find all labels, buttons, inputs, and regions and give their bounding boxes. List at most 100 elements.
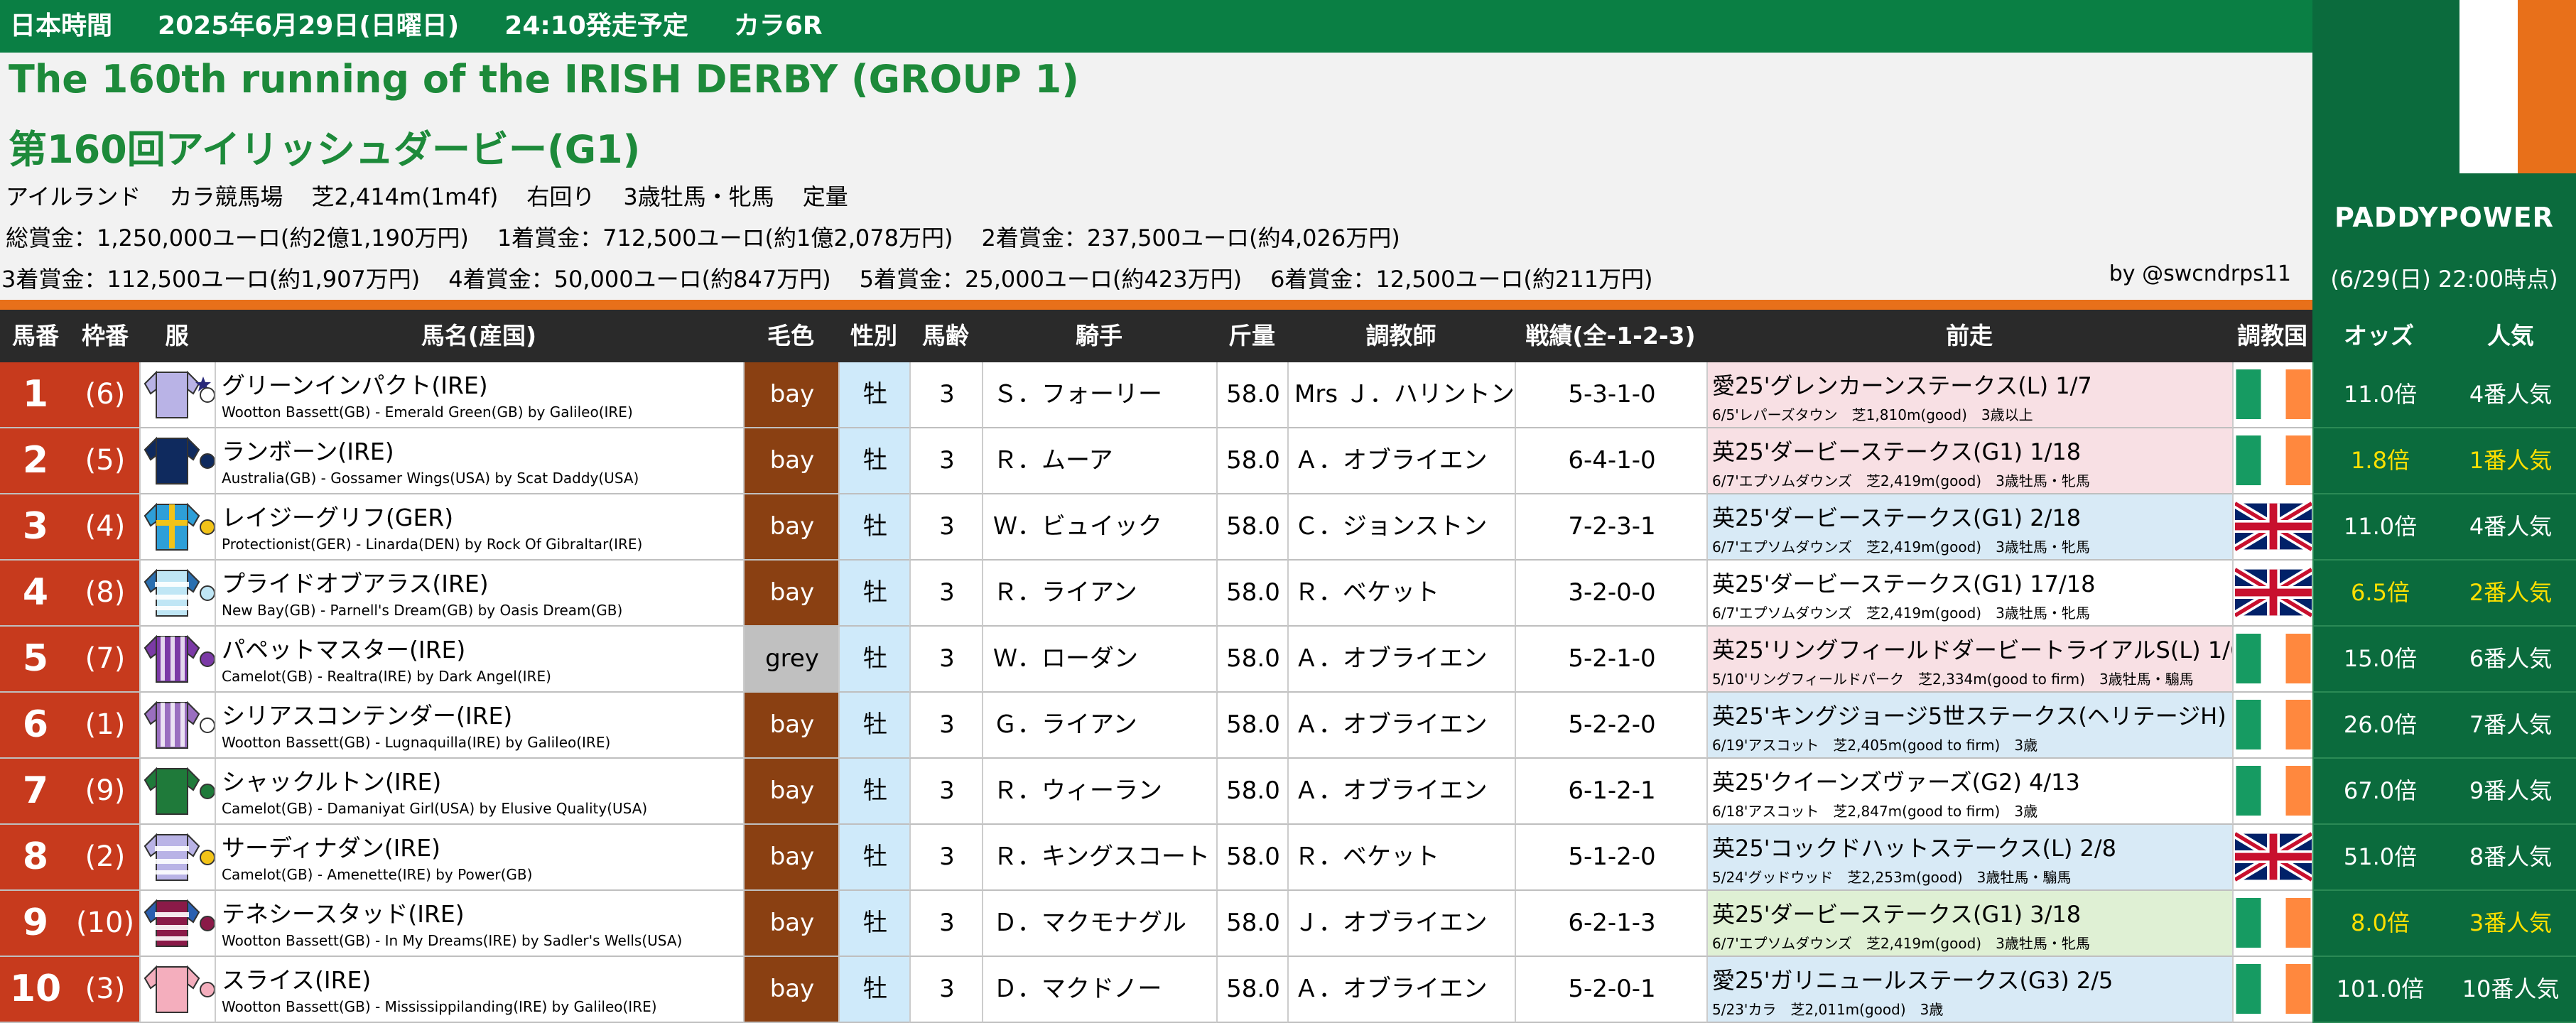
coat-color: bay [743, 759, 840, 825]
trainer-name: Ａ．オブライエン [1287, 693, 1516, 759]
previous-race-cell: 英25'ダービーステークス(G1) 2/18 6/7'エプソムダウンズ 芝2,41… [1706, 494, 2234, 561]
table-row: 1 (6) グリーンインパクト(IRE) Wootton Bassett(GB) - … [0, 362, 2576, 428]
popularity-rank: 1番人気 [2445, 428, 2576, 494]
distance: 芝2,414m(1m4f) [311, 183, 499, 210]
previous-race-result: 英25'ダービーステークス(G1) 3/18 [1712, 901, 2082, 928]
horse-pedigree: Camelot(GB) - Realtra(IRE) by Dark Angel… [222, 668, 551, 685]
table-row: 4 (8) プライドオブアラス(IRE) New Bay(GB) - Parnell'… [0, 561, 2576, 627]
uk-flag-icon [2232, 494, 2314, 561]
horse-sex: 牡 [838, 428, 911, 494]
horse-name-cell: パペットマスター(IRE) Camelot(GB) - Realtra(IRE) … [215, 627, 745, 693]
col-age: 馬齢 [922, 322, 969, 350]
col-odds: オッズ [2312, 310, 2445, 362]
jockey-label: Ｓ．フォーリー [993, 380, 1162, 408]
race-record: 6-2-1-3 [1515, 891, 1708, 957]
popularity-rank: 8番人気 [2445, 825, 2576, 891]
jockey-name: Ｓ．フォーリー [982, 362, 1218, 428]
previous-race-cell: 英25'ダービーステークス(G1) 17/18 6/7'エプソムダウンズ 芝2,4… [1706, 561, 2234, 627]
odds-timestamp: (6/29(日) 22:00時点) [2330, 266, 2558, 293]
trainer-label: Ｒ．ベケット [1294, 578, 1439, 607]
jockey-name: Ｗ．ビュイック [982, 494, 1218, 561]
trainer-label: Ｒ．ベケット [1294, 843, 1439, 871]
racecourse: カラ競馬場 [169, 183, 283, 210]
fifth-prize: 5着賞金：25,000ユーロ(約423万円) [859, 266, 1243, 293]
horse-age: 3 [909, 891, 983, 957]
frame-number: (10) [71, 891, 139, 957]
author-credit: by @swcndrps11 [2109, 261, 2291, 286]
horse-age: 3 [909, 561, 983, 627]
uk-flag-icon [2232, 561, 2314, 627]
previous-race-result: 英25'ダービーステークス(G1) 17/18 [1712, 570, 2096, 597]
jockey-label: Ｒ．ウィーラン [993, 776, 1162, 805]
horse-sex: 牡 [838, 693, 911, 759]
irish-flag-icon [2232, 693, 2314, 759]
previous-race-details: 6/19'アスコット 芝2,405m(good to firm) 3歳 [1712, 737, 2038, 754]
horse-sex: 牡 [838, 561, 911, 627]
jockey-silks-icon [139, 561, 216, 627]
table-row: 10 (3) スライス(IRE) Wootton Bassett(GB) - Miss… [0, 957, 2576, 1023]
odds-value: 11.0倍 [2312, 362, 2447, 428]
jockey-label: Ｄ．マクモナグル [993, 909, 1186, 937]
horse-pedigree: New Bay(GB) - Parnell's Dream(GB) by Oas… [222, 602, 623, 619]
previous-race-result: 英25'キングジョージ5世ステークス(ヘリテージH) 2/19 [1712, 703, 2234, 730]
trainer-name: Ａ．オブライエン [1287, 627, 1516, 693]
previous-race-result: 英25'クイーンズヴァーズ(G2) 4/13 [1712, 769, 2080, 796]
jockey-label: Ｇ．ライアン [993, 710, 1137, 739]
previous-race-result: 英25'リングフィールドダービートライアルS(L) 1/6 [1712, 637, 2234, 664]
direction: 右回り [526, 183, 595, 210]
col-weight: 斤量 [1228, 322, 1275, 350]
trainer-label: Ｊ．オブライエン [1294, 909, 1488, 937]
post-time: 24:10発走予定 [504, 11, 688, 40]
table-header: 馬番 枠番 服 馬名(産国) 毛色 性別 馬齢 騎手 斤量 調教師 戦績(全-1… [0, 310, 2576, 362]
odds-value: 11.0倍 [2312, 494, 2447, 561]
col-trainer: 調教師 [1365, 322, 1436, 350]
odds-value: 101.0倍 [2312, 957, 2447, 1023]
race-record: 5-3-1-0 [1515, 362, 1708, 428]
col-silks: 服 [165, 322, 189, 350]
horse-number: 8 [0, 825, 72, 891]
col-record: 戦績(全-1-2-3) [1525, 322, 1696, 350]
previous-race-cell: 英25'ダービーステークス(G1) 3/18 6/7'エプソムダウンズ 芝2,41… [1706, 891, 2234, 957]
previous-race-cell: 英25'キングジョージ5世ステークス(ヘリテージH) 2/19 6/19'アスコッ… [1706, 693, 2234, 759]
trainer-label: Ａ．オブライエン [1294, 975, 1488, 1003]
horse-pedigree: Camelot(GB) - Damaniyat Girl(USA) by Elu… [222, 800, 648, 817]
frame-number: (6) [71, 362, 139, 428]
trainer-label: Ａ．オブライエン [1294, 446, 1488, 475]
horse-sex: 牡 [838, 957, 911, 1023]
previous-race-result: 英25'コックドハットステークス(L) 2/8 [1712, 835, 2117, 862]
previous-race-result: 英25'ダービーステークス(G1) 1/18 [1712, 438, 2082, 465]
horse-age: 3 [909, 362, 983, 428]
trainer-label: Mrs Ｊ．ハリントン [1294, 380, 1515, 408]
horse-age: 3 [909, 693, 983, 759]
carried-weight: 58.0 [1216, 627, 1289, 693]
jockey-label: Ｒ．キングスコート [993, 843, 1210, 871]
frame-number: (4) [71, 494, 139, 561]
race-record: 6-1-2-1 [1515, 759, 1708, 825]
table-row: 3 (4) レイジーグリフ(GER) Protectionist(GER) - Lin… [0, 494, 2576, 561]
jockey-name: Ｄ．マクドノー [982, 957, 1218, 1023]
frame-number: (8) [71, 561, 139, 627]
popularity-rank: 7番人気 [2445, 693, 2576, 759]
weight-condition: 定量 [802, 183, 848, 210]
horse-name: プライドオブアラス(IRE) [222, 570, 489, 597]
table-row: 5 (7) パペットマスター(IRE) Camelot(GB) - Realtra(I… [0, 627, 2576, 693]
previous-race-result: 英25'ダービーステークス(G1) 2/18 [1712, 504, 2082, 531]
jockey-name: Ｄ．マクモナグル [982, 891, 1218, 957]
bookmaker-logo: PADDYPOWER [2334, 202, 2554, 233]
race-title-japanese: 第160回アイリッシュダービー(G1) [9, 127, 641, 172]
race-record: 5-2-1-0 [1515, 627, 1708, 693]
jockey-label: Ｒ．ライアン [993, 578, 1137, 607]
previous-race-cell: 英25'コックドハットステークス(L) 2/8 5/24'グッドウッド 芝2,25… [1706, 825, 2234, 891]
prize-money-line-1: 総賞金：1,250,000ユーロ(約2億1,190万円) 1着賞金：712,500… [6, 220, 1429, 253]
jockey-label: Ｗ．ビュイック [993, 512, 1162, 541]
sixth-prize: 6着賞金：12,500ユーロ(約211万円) [1270, 266, 1653, 293]
race-record: 3-2-0-0 [1515, 561, 1708, 627]
carried-weight: 58.0 [1216, 561, 1289, 627]
jockey-label: Ｄ．マクドノー [993, 975, 1162, 1003]
third-prize: 3着賞金：112,500ユーロ(約1,907万円) [1, 266, 421, 293]
horse-pedigree: Wootton Bassett(GB) - In My Dreams(IRE) … [222, 932, 683, 949]
irish-flag-icon [2232, 362, 2314, 428]
col-coat: 毛色 [767, 322, 814, 350]
col-jockey: 騎手 [1076, 322, 1122, 350]
jockey-silks-icon [139, 759, 216, 825]
